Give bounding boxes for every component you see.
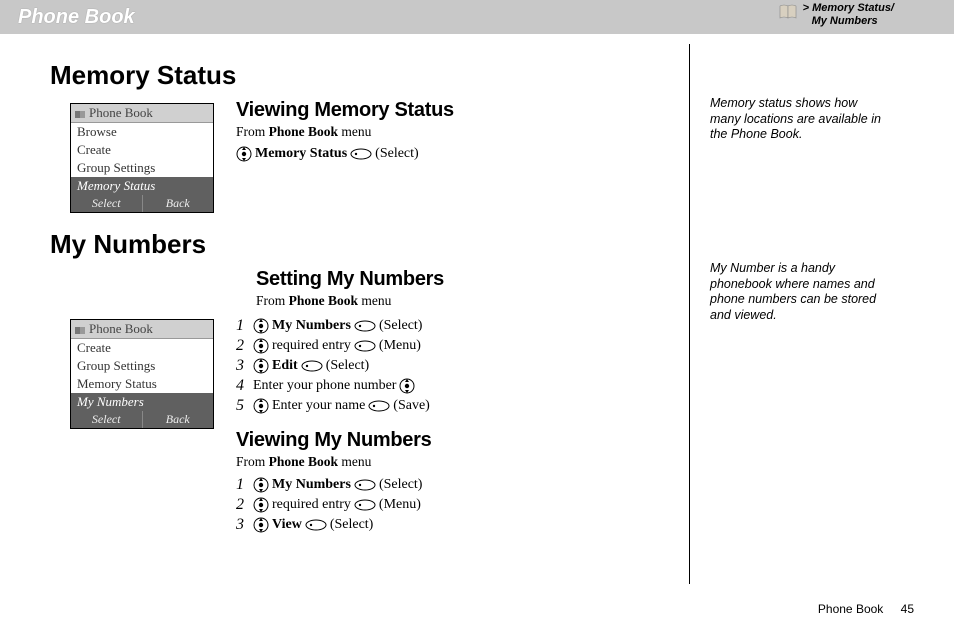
sub-heading: Viewing My Numbers <box>236 429 669 452</box>
key-icon <box>354 499 376 511</box>
softkeys: Select Back <box>71 195 213 212</box>
main-column: Memory Status Phone Book Browse Create G… <box>0 44 690 584</box>
list-item: Create <box>71 339 213 357</box>
nav-icon <box>253 358 269 374</box>
breadcrumb: > Memory Status/ My Numbers <box>779 2 894 28</box>
instruction-step: 5 Enter your name (Save) <box>236 397 669 415</box>
nav-icon <box>253 477 269 493</box>
softkeys: Select Back <box>71 411 213 428</box>
book-icon <box>779 4 797 20</box>
key-icon <box>350 148 372 160</box>
phone-screen-icon <box>75 108 85 118</box>
step-number: 3 <box>236 357 250 375</box>
breadcrumb-prefix: > <box>803 2 809 14</box>
side-note: My Number is a handy phonebook where nam… <box>710 261 890 324</box>
side-note: Memory status shows how many locations a… <box>710 96 890 143</box>
instruction-step: 2 required entry (Menu) <box>236 337 669 355</box>
from-line: From Phone Book menu <box>236 454 669 470</box>
page-number: 45 <box>901 602 914 616</box>
content-viewing-memory-status: Viewing Memory Status From Phone Book me… <box>236 99 669 164</box>
list-item-selected: Memory Status <box>71 177 213 195</box>
key-icon <box>354 320 376 332</box>
nav-icon <box>253 517 269 533</box>
steps-setting-my-numbers: 1 My Numbers (Select) 2 required entry (M… <box>236 315 669 536</box>
section-heading-my-numbers: My Numbers <box>50 229 669 260</box>
sub-heading: Setting My Numbers <box>256 268 669 291</box>
nav-icon <box>253 318 269 334</box>
instruction-step: 1 My Numbers (Select) <box>236 317 669 335</box>
phone-screenshot-memory-status: Phone Book Browse Create Group Settings … <box>70 103 214 213</box>
nav-icon <box>253 398 269 414</box>
step-number: 1 <box>236 317 250 335</box>
key-icon <box>354 479 376 491</box>
instruction-step: Memory Status (Select) <box>236 146 669 162</box>
breadcrumb-line1: Memory Status/ <box>812 2 894 14</box>
sub-heading: Viewing Memory Status <box>236 99 669 122</box>
phone-screen-icon <box>75 324 85 334</box>
step-number: 4 <box>236 377 250 395</box>
instruction-step: 3 Edit (Select) <box>236 357 669 375</box>
content-setting-my-numbers: Setting My Numbers From Phone Book menu <box>256 268 669 309</box>
header-title: Phone Book <box>18 6 135 29</box>
instruction-step: 4 Enter your phone number <box>236 377 669 395</box>
page-footer: Phone Book 45 <box>818 602 914 616</box>
softkey-right: Back <box>143 195 214 212</box>
step-number: 1 <box>236 476 250 494</box>
list-item: Group Settings <box>71 357 213 375</box>
key-icon <box>301 360 323 372</box>
phone-screenshot-my-numbers: Phone Book Create Group Settings Memory … <box>70 319 214 429</box>
side-column: Memory status shows how many locations a… <box>690 34 920 594</box>
list-item: Group Settings <box>71 159 213 177</box>
step-number: 2 <box>236 496 250 514</box>
step-number: 2 <box>236 337 250 355</box>
key-icon <box>368 400 390 412</box>
page-body: Memory Status Phone Book Browse Create G… <box>0 34 954 594</box>
softkey-right: Back <box>143 411 214 428</box>
nav-icon <box>253 497 269 513</box>
softkey-left: Select <box>71 195 143 212</box>
nav-icon <box>399 378 415 394</box>
list-item: Create <box>71 141 213 159</box>
header-bar: Phone Book > Memory Status/ My Numbers <box>0 0 954 34</box>
step-number: 5 <box>236 397 250 415</box>
instruction-step: 2 required entry (Menu) <box>236 496 669 514</box>
from-line: From Phone Book menu <box>256 293 669 309</box>
breadcrumb-line2: My Numbers <box>803 15 894 28</box>
key-icon <box>305 519 327 531</box>
instruction-step: 1 My Numbers (Select) <box>236 476 669 494</box>
from-line: From Phone Book menu <box>236 124 669 140</box>
list-item: Browse <box>71 123 213 141</box>
softkey-left: Select <box>71 411 143 428</box>
step-number: 3 <box>236 516 250 534</box>
section-heading-memory-status: Memory Status <box>50 60 669 91</box>
footer-label: Phone Book <box>818 602 883 616</box>
key-icon <box>354 340 376 352</box>
phone-screen-title: Phone Book <box>71 104 213 123</box>
nav-icon <box>253 338 269 354</box>
instruction-step: 3 View (Select) <box>236 516 669 534</box>
phone-screen-title: Phone Book <box>71 320 213 339</box>
list-item-selected: My Numbers <box>71 393 213 411</box>
nav-icon <box>236 146 252 162</box>
list-item: Memory Status <box>71 375 213 393</box>
